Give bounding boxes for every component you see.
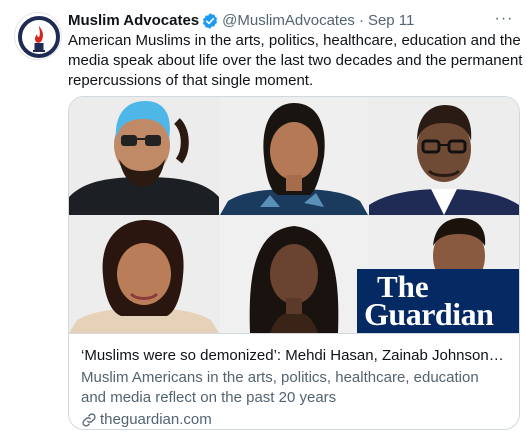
author-name[interactable]: Muslim Advocates	[68, 11, 199, 31]
guardian-logo-line2: Guardian	[364, 296, 494, 332]
card-description: Muslim Americans in the arts, politics, …	[81, 369, 479, 406]
more-options-icon[interactable]: ···	[493, 8, 515, 30]
card-image[interactable]: The Guardian	[69, 97, 519, 333]
portrait-4	[69, 216, 219, 333]
card-domain[interactable]: theguardian.com	[81, 410, 507, 429]
portrait-1	[69, 97, 219, 215]
author-handle[interactable]: @MuslimAdvocates	[222, 11, 355, 31]
card-title[interactable]: ‘Muslims were so demonized’: Mehdi Hasan…	[81, 346, 507, 366]
tweet-header: Muslim Advocates @MuslimAdvocates · Sep …	[68, 11, 414, 31]
guardian-logo: The Guardian	[357, 269, 519, 333]
link-icon	[82, 413, 96, 427]
link-card[interactable]: The Guardian ‘Muslims were so demonized’…	[68, 96, 520, 430]
portrait-5	[220, 216, 368, 333]
verified-badge-icon	[203, 13, 218, 29]
separator-dot: ·	[358, 12, 364, 29]
muslim-advocates-logo-icon	[18, 16, 60, 58]
portrait-2	[220, 97, 368, 215]
card-meta[interactable]: ‘Muslims were so demonized’: Mehdi Hasan…	[69, 333, 519, 429]
tweet-text: American Muslims in the arts, politics, …	[68, 32, 523, 89]
tweet-date[interactable]: Sep 11	[368, 11, 414, 31]
author-avatar[interactable]	[14, 12, 62, 60]
card-domain-text: theguardian.com	[100, 411, 212, 428]
portrait-3	[369, 97, 519, 215]
tweet[interactable]: Muslim Advocates @MuslimAdvocates · Sep …	[0, 0, 527, 432]
